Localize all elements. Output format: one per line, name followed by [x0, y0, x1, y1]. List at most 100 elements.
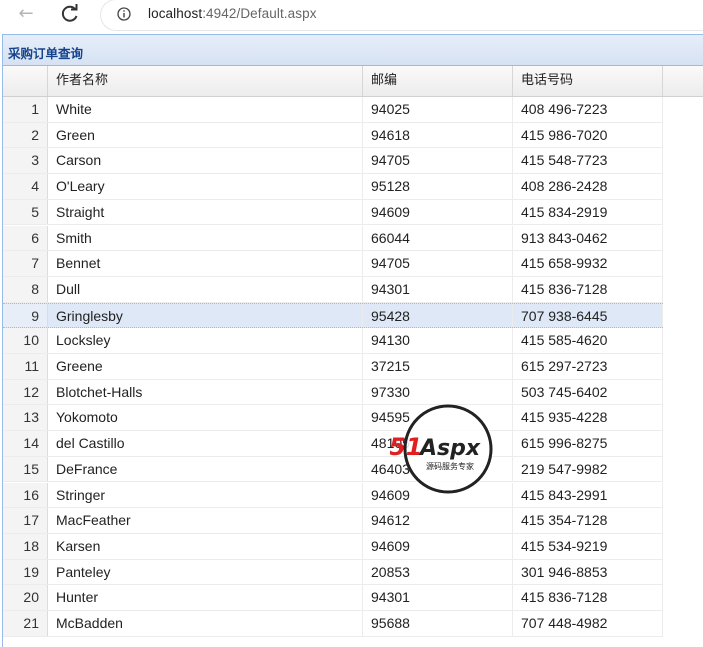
- cell-zip: 94612: [363, 508, 513, 533]
- reload-icon[interactable]: [58, 3, 82, 25]
- cell-author: Locksley: [48, 328, 363, 353]
- address-bar[interactable]: localhost:4942/Default.aspx: [100, 0, 703, 31]
- header-filler: [663, 66, 703, 96]
- row-number: 5: [3, 199, 48, 225]
- table-row[interactable]: 15 DeFrance 46403 219 547-9982: [3, 456, 663, 483]
- table-row[interactable]: 5 Straight 94609 415 834-2919: [3, 199, 663, 226]
- cell-zip: 94130: [363, 328, 513, 353]
- cell-phone: 415 658-9932: [513, 251, 663, 276]
- cell-author: Panteley: [48, 559, 363, 585]
- table-row[interactable]: 11 Greene 37215 615 297-2723: [3, 354, 663, 380]
- cell-phone: 301 946-8853: [513, 559, 663, 585]
- table-row[interactable]: 2 Green 94618 415 986-7020: [3, 122, 663, 149]
- cell-author: Dull: [48, 276, 363, 302]
- cell-zip: 94705: [363, 148, 513, 174]
- table-row[interactable]: 12 Blotchet-Halls 97330 503 745-6402: [3, 379, 663, 406]
- cell-author: O'Leary: [48, 174, 363, 199]
- cell-author: Gringlesby: [48, 303, 363, 328]
- table-row[interactable]: 16 Stringer 94609 415 843-2991: [3, 482, 663, 509]
- row-number: 11: [3, 354, 48, 379]
- cell-zip: 94609: [363, 533, 513, 559]
- cell-phone: 415 935-4228: [513, 405, 663, 431]
- cell-phone: 503 745-6402: [513, 379, 663, 405]
- cell-author: Yokomoto: [48, 405, 363, 431]
- cell-phone: 415 585-4620: [513, 328, 663, 353]
- table-row[interactable]: 13 Yokomoto 94595 415 935-4228: [3, 405, 663, 432]
- url-path: :4942/Default.aspx: [202, 6, 317, 21]
- cell-author: MacFeather: [48, 508, 363, 533]
- cell-zip: 94609: [363, 199, 513, 225]
- row-number: 8: [3, 276, 48, 302]
- table-row[interactable]: 8 Dull 94301 415 836-7128: [3, 276, 663, 303]
- cell-zip: 20853: [363, 559, 513, 585]
- info-icon[interactable]: [117, 6, 131, 21]
- url-host: localhost: [148, 6, 203, 21]
- table-row[interactable]: 17 MacFeather 94612 415 354-7128: [3, 508, 663, 534]
- cell-author: White: [48, 97, 363, 122]
- table-row[interactable]: 1 White 94025 408 496-7223: [3, 97, 663, 123]
- cell-phone: 615 297-2723: [513, 354, 663, 379]
- cell-phone: 707 448-4982: [513, 611, 663, 636]
- cell-phone: 415 834-2919: [513, 199, 663, 225]
- row-number: 12: [3, 379, 48, 405]
- table-row[interactable]: 6 Smith 66044 913 843-0462: [3, 225, 663, 252]
- table-row[interactable]: 20 Hunter 94301 415 836-7128: [3, 585, 663, 611]
- row-number: 10: [3, 328, 48, 353]
- row-number: 13: [3, 405, 48, 431]
- cell-zip: 37215: [363, 354, 513, 379]
- table-row[interactable]: 14 del Castillo 48105 615 996-8275: [3, 431, 663, 457]
- cell-zip: 94301: [363, 585, 513, 610]
- cell-zip: 95688: [363, 611, 513, 636]
- table-row[interactable]: 10 Locksley 94130 415 585-4620: [3, 328, 663, 354]
- row-number: 7: [3, 251, 48, 276]
- table-row[interactable]: 7 Bennet 94705 415 658-9932: [3, 251, 663, 277]
- back-arrow-icon[interactable]: ←: [14, 3, 38, 25]
- 51aspx-watermark-logo: 51 Aspx 源码服务专家: [390, 404, 493, 494]
- row-number: 17: [3, 508, 48, 533]
- table-row[interactable]: 21 McBadden 95688 707 448-4982: [3, 611, 663, 637]
- cell-phone: 415 354-7128: [513, 508, 663, 533]
- cell-author: Bennet: [48, 251, 363, 276]
- row-number: 21: [3, 611, 48, 636]
- row-number: 16: [3, 482, 48, 508]
- row-number: 6: [3, 225, 48, 251]
- cell-zip: 95128: [363, 174, 513, 199]
- row-number: 2: [3, 122, 48, 148]
- panel-header: 采购订单查询: [3, 35, 703, 66]
- cell-phone: 415 986-7020: [513, 122, 663, 148]
- cell-zip: 95428: [363, 303, 513, 328]
- row-number: 4: [3, 174, 48, 199]
- row-number: 9: [3, 303, 48, 328]
- browser-toolbar: ← localhost:4942/Default.aspx: [0, 0, 703, 31]
- table-row[interactable]: 3 Carson 94705 415 548-7723: [3, 148, 663, 175]
- svg-text:源码服务专家: 源码服务专家: [426, 461, 474, 471]
- cell-zip: 94618: [363, 122, 513, 148]
- table-row[interactable]: 4 O'Leary 95128 408 286-2428: [3, 174, 663, 200]
- grid-header: 作者名称 邮编 电话号码: [3, 66, 703, 97]
- row-number: 18: [3, 533, 48, 559]
- cell-author: McBadden: [48, 611, 363, 636]
- cell-zip: 94025: [363, 97, 513, 122]
- cell-phone: 408 286-2428: [513, 174, 663, 199]
- column-header-author[interactable]: 作者名称: [48, 66, 363, 96]
- table-row[interactable]: 9 Gringlesby 95428 707 938-6445: [3, 302, 663, 329]
- cell-zip: 94301: [363, 276, 513, 302]
- cell-phone: 615 996-8275: [513, 431, 663, 456]
- column-header-zip[interactable]: 邮编: [363, 66, 513, 96]
- cell-author: Straight: [48, 199, 363, 225]
- column-header-phone[interactable]: 电话号码: [513, 66, 663, 96]
- cell-phone: 913 843-0462: [513, 225, 663, 251]
- svg-text:51: 51: [390, 433, 422, 461]
- cell-phone: 415 836-7128: [513, 585, 663, 610]
- cell-zip: 66044: [363, 225, 513, 251]
- svg-text:Aspx: Aspx: [418, 436, 481, 461]
- cell-phone: 415 843-2991: [513, 482, 663, 508]
- row-number: 20: [3, 585, 48, 610]
- cell-author: DeFrance: [48, 456, 363, 482]
- cell-author: Smith: [48, 225, 363, 251]
- cell-phone: 415 534-9219: [513, 533, 663, 559]
- cell-zip: 97330: [363, 379, 513, 405]
- row-number: 3: [3, 148, 48, 174]
- table-row[interactable]: 18 Karsen 94609 415 534-9219: [3, 533, 663, 560]
- table-row[interactable]: 19 Panteley 20853 301 946-8853: [3, 559, 663, 586]
